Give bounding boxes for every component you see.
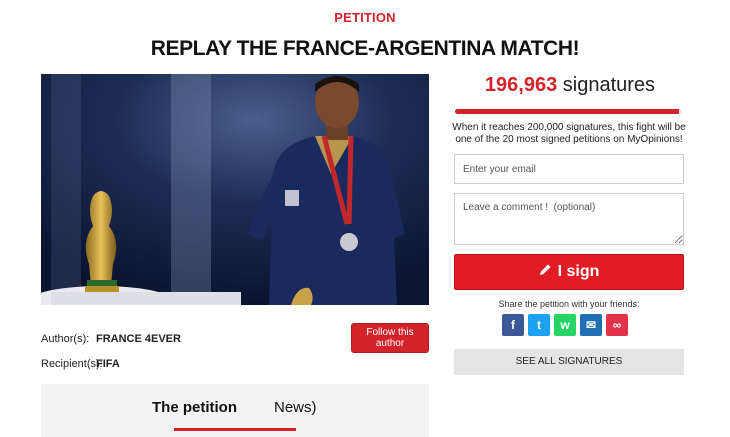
- see-all-signatures-button[interactable]: SEE ALL SIGNATURES: [454, 349, 684, 375]
- twitter-icon[interactable]: t: [528, 314, 550, 336]
- facebook-icon[interactable]: f: [502, 314, 524, 336]
- petition-photo: [41, 74, 429, 305]
- active-tab-indicator: [174, 428, 296, 431]
- signature-word: signatures: [562, 74, 656, 96]
- sign-button[interactable]: I sign: [454, 254, 684, 290]
- whatsapp-icon[interactable]: w: [554, 314, 576, 336]
- author-row: Author(s): FRANCE 4EVER: [41, 333, 181, 345]
- tab-the-petition[interactable]: The petition: [152, 399, 237, 416]
- tab-news[interactable]: News): [274, 399, 317, 416]
- recipient-name: FIFA: [96, 358, 120, 370]
- email-icon[interactable]: ✉: [580, 314, 602, 336]
- goal-info-text: When it reaches 200,000 signatures, this…: [452, 122, 686, 145]
- follow-author-button[interactable]: Follow this author: [351, 323, 429, 353]
- share-text: Share the petition with your friends:: [498, 299, 640, 309]
- sign-button-label: I sign: [557, 263, 600, 280]
- signature-progress-bar: [455, 109, 682, 114]
- author-name[interactable]: FRANCE 4EVER: [96, 333, 181, 345]
- signature-counter: 196,963 signatures: [455, 74, 685, 97]
- share-buttons: f t w ✉ ∞: [502, 314, 628, 336]
- player-with-trophy-image: [41, 74, 429, 305]
- petition-tabs: The petition News): [41, 384, 429, 437]
- author-label: Author(s):: [41, 333, 90, 345]
- progress-fill: [455, 109, 679, 114]
- email-input[interactable]: [454, 154, 684, 184]
- link-icon[interactable]: ∞: [606, 314, 628, 336]
- pencil-icon: [539, 263, 552, 281]
- section-kicker: PETITION: [334, 10, 396, 25]
- recipient-row: Recipient(s):FIFA: [41, 358, 120, 370]
- page-title: REPLAY THE FRANCE-ARGENTINA MATCH!: [150, 37, 580, 60]
- recipient-label: Recipient(s):: [41, 358, 103, 370]
- signature-count: 196,963: [484, 74, 558, 96]
- petition-page: PETITION REPLAY THE FRANCE-ARGENTINA MAT…: [0, 0, 730, 437]
- comment-textarea[interactable]: [454, 193, 684, 245]
